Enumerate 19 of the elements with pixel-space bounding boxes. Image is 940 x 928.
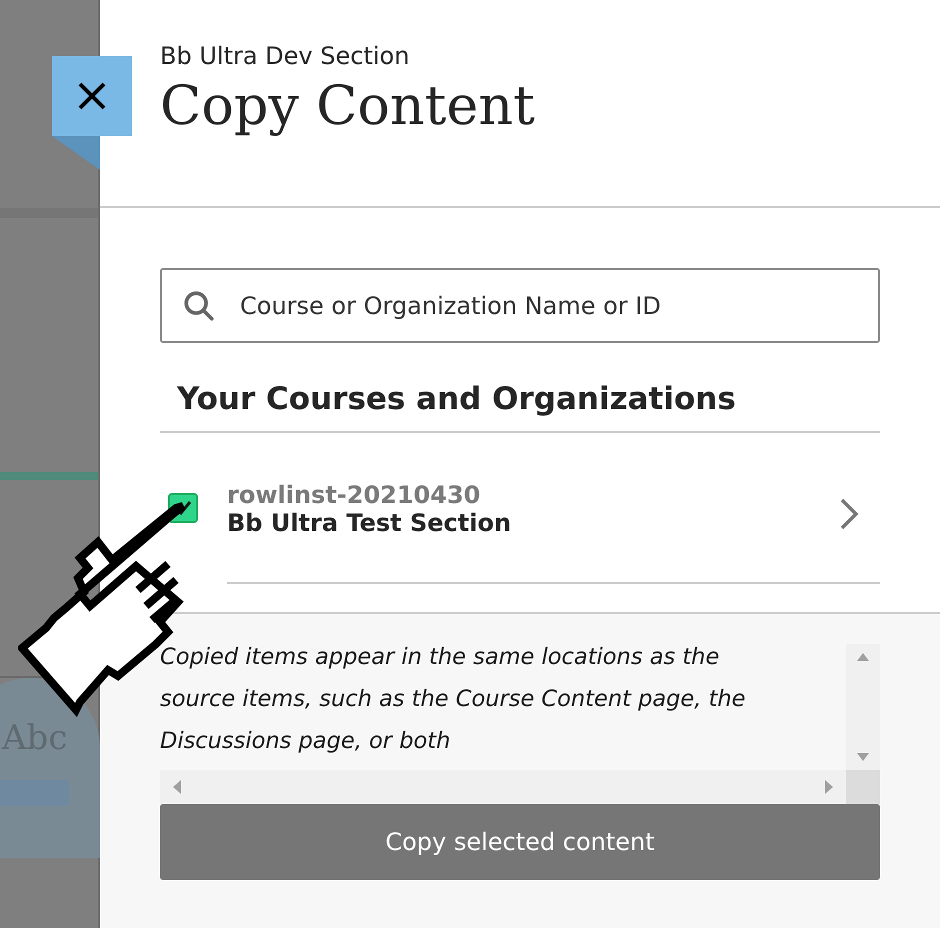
panel-title: Copy Content [160, 74, 536, 137]
course-name[interactable]: Bb Ultra Test Section [227, 509, 838, 537]
search-icon [182, 288, 216, 322]
panel-subtitle: Bb Ultra Dev Section [160, 42, 410, 70]
section-heading: Your Courses and Organizations [177, 381, 737, 419]
chevron-right-icon[interactable] [838, 497, 860, 531]
scroll-down-icon[interactable] [856, 752, 870, 762]
horizontal-scrollbar[interactable] [160, 770, 846, 804]
scrollbar-corner [846, 770, 880, 804]
course-code: rowlinst-20210430 [227, 481, 482, 509]
scroll-right-icon[interactable] [824, 780, 834, 794]
copy-note: Copied items appear in the same locations as the source items, such as the Course Content page, the Discussions page, or both [160, 643, 746, 756]
vertical-scrollbar[interactable] [846, 644, 880, 770]
scroll-left-icon[interactable] [172, 780, 182, 794]
close-tab-fold-icon [52, 136, 100, 170]
search-field[interactable]: Course or Organization Name or ID [160, 268, 880, 343]
scroll-up-icon[interactable] [856, 652, 870, 662]
copy-selected-button[interactable]: Copy selected content [160, 804, 880, 880]
close-button[interactable] [52, 56, 132, 136]
